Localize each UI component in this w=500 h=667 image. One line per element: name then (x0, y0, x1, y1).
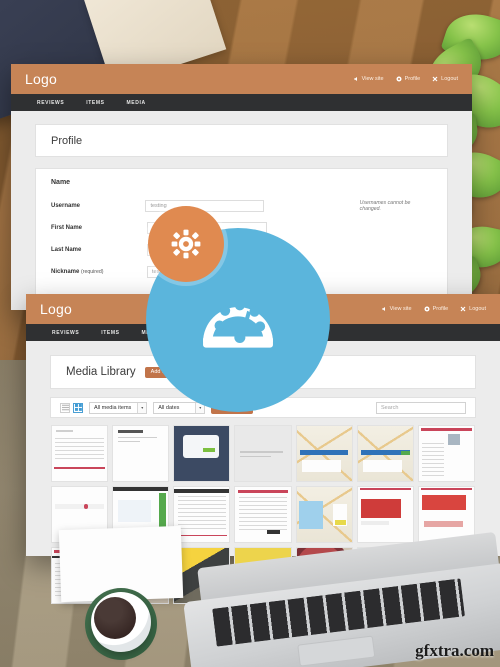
speedometer-icon (203, 300, 273, 348)
tab-media[interactable]: MEDIA (127, 100, 146, 106)
chevron-down-icon: ▾ (137, 402, 147, 413)
media-item[interactable] (234, 486, 292, 544)
view-mode-toggle (60, 402, 83, 413)
tab-items[interactable]: ITEMS (101, 330, 119, 336)
logout-link[interactable]: Logout (460, 306, 486, 312)
coffee-cup-prop (85, 588, 157, 660)
screenshot-stage: Logo View site Profile Logout REVIEWS IT… (0, 0, 500, 667)
profile-link[interactable]: Profile (424, 306, 449, 312)
media-type-filter[interactable]: All media items ▾ (89, 401, 148, 414)
watermark: gfxtra.com (415, 641, 494, 660)
profile-tab-bar: REVIEWS ITEMS MEDIA (11, 94, 472, 111)
media-item[interactable] (356, 486, 414, 544)
logout-label: Logout (469, 306, 486, 312)
date-filter[interactable]: All dates ▾ (153, 401, 206, 414)
username-label: Username (51, 203, 81, 209)
page-title: Profile (51, 134, 83, 147)
grid-view-icon[interactable] (73, 402, 83, 413)
logout-link[interactable]: Logout (432, 76, 458, 82)
profile-label: Profile (404, 76, 421, 82)
date-filter-value: All dates (158, 404, 180, 411)
settings-badge (148, 206, 224, 282)
media-item[interactable] (173, 486, 231, 544)
nickname-label: Nickname (required) (51, 269, 147, 275)
list-view-icon[interactable] (60, 402, 70, 413)
view-site-link[interactable]: View site (353, 76, 384, 82)
close-icon (432, 76, 438, 82)
media-type-filter-value: All media items (94, 404, 132, 411)
megaphone-icon (353, 76, 359, 82)
megaphone-icon (381, 306, 387, 312)
field-row-username: Username testing Usernames cannot be cha… (51, 195, 432, 217)
media-item[interactable] (417, 425, 475, 483)
page-title-card: Profile (35, 124, 448, 157)
user-circle-icon (424, 306, 430, 312)
media-item[interactable] (356, 425, 414, 483)
nickname-required-note: (required) (81, 269, 104, 275)
close-icon (460, 306, 466, 312)
view-site-label: View site (389, 306, 412, 312)
media-item[interactable] (295, 425, 353, 483)
user-circle-icon (396, 76, 402, 82)
logout-label: Logout (441, 76, 458, 82)
logo: Logo (25, 71, 57, 87)
profile-top-nav: View site Profile Logout (353, 76, 458, 82)
media-item[interactable] (51, 425, 109, 483)
view-site-label: View site (361, 76, 384, 82)
nickname-label-text: Nickname (51, 269, 80, 275)
gear-icon (171, 229, 201, 259)
search-input[interactable]: Search (376, 401, 466, 414)
tab-items[interactable]: ITEMS (86, 100, 104, 106)
last-name-label: Last Name (51, 247, 82, 253)
media-item[interactable] (173, 425, 231, 483)
profile-link[interactable]: Profile (396, 76, 421, 82)
media-top-nav: View site Profile Logout (381, 306, 486, 312)
logo: Logo (40, 301, 72, 317)
media-item[interactable] (234, 425, 292, 483)
form-section-heading: Name (51, 179, 71, 186)
page-title: Media Library (66, 366, 136, 378)
media-item[interactable] (295, 486, 353, 544)
view-site-link[interactable]: View site (381, 306, 412, 312)
tab-reviews[interactable]: REVIEWS (52, 330, 79, 336)
coffee-liquid (94, 597, 136, 639)
profile-label: Profile (432, 306, 449, 312)
tab-reviews[interactable]: REVIEWS (37, 100, 64, 106)
first-name-label: First Name (51, 225, 83, 231)
media-item[interactable] (112, 425, 170, 483)
username-hint: Usernames cannot be changed. (359, 200, 411, 212)
profile-header-bar: Logo View site Profile Logout (11, 64, 472, 94)
